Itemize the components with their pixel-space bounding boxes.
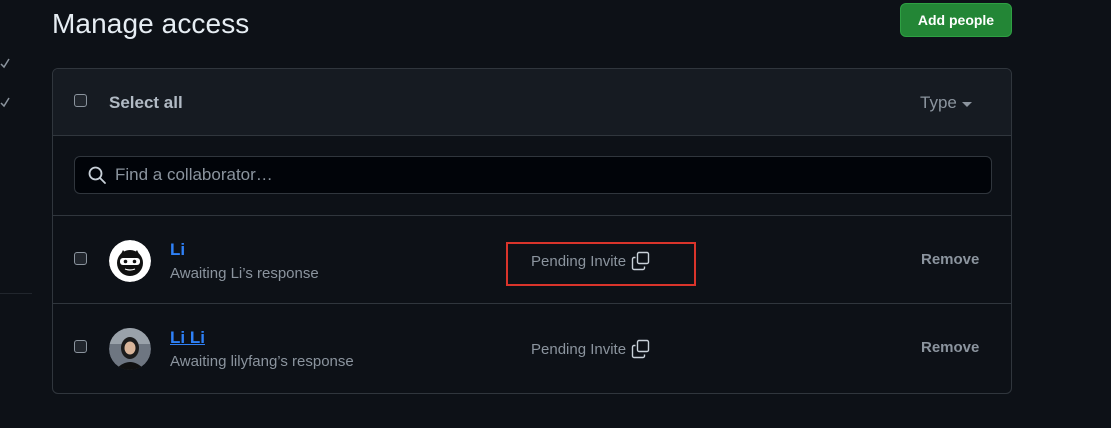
page-title: Manage access (52, 8, 250, 39)
pending-invite: Pending Invite (531, 339, 651, 359)
collaborator-name-link[interactable]: Li (170, 240, 185, 260)
search-area (53, 136, 1011, 216)
search-icon (88, 166, 106, 184)
panel-header: Select all Type (53, 69, 1011, 136)
select-all-checkbox[interactable] (74, 94, 87, 107)
manage-access-page: Manage access Add people Select all Type (0, 0, 1111, 428)
check-icon (0, 97, 10, 108)
collaborators-panel: Select all Type Find a collaborator… Li … (52, 68, 1012, 394)
select-all-label: Select all (109, 93, 183, 112)
search-input[interactable] (115, 165, 991, 185)
row-checkbox[interactable] (74, 252, 87, 265)
role-label: Pending Invite (531, 252, 627, 270)
invite-status-text: Awaiting Li’s response (170, 265, 319, 282)
collaborator-name-link[interactable]: Li Li (170, 328, 205, 348)
type-filter-dropdown[interactable]: Type (920, 93, 972, 113)
check-icon (0, 58, 10, 69)
pending-invite: Pending Invite (531, 251, 651, 271)
type-filter-label: Type (920, 93, 957, 112)
collaborator-row: Li Li Awaiting lilyfang’s response Pendi… (53, 304, 1011, 393)
remove-button[interactable]: Remove (921, 251, 979, 268)
caret-down-icon (961, 101, 972, 107)
role-label: Pending Invite (531, 340, 627, 358)
invite-status-text: Awaiting lilyfang’s response (170, 353, 354, 370)
add-people-button[interactable]: Add people (900, 3, 1012, 37)
user-photo-avatar (109, 328, 151, 370)
row-checkbox[interactable] (74, 340, 87, 353)
copy-icon[interactable] (631, 339, 651, 359)
ninja-avatar-icon (109, 240, 151, 282)
search-box[interactable] (74, 156, 992, 194)
copy-icon[interactable] (631, 251, 651, 271)
collaborator-row: Li Awaiting Li’s response Pending Invite… (53, 216, 1011, 304)
remove-button[interactable]: Remove (921, 339, 979, 356)
sidebar-divider (0, 293, 32, 294)
